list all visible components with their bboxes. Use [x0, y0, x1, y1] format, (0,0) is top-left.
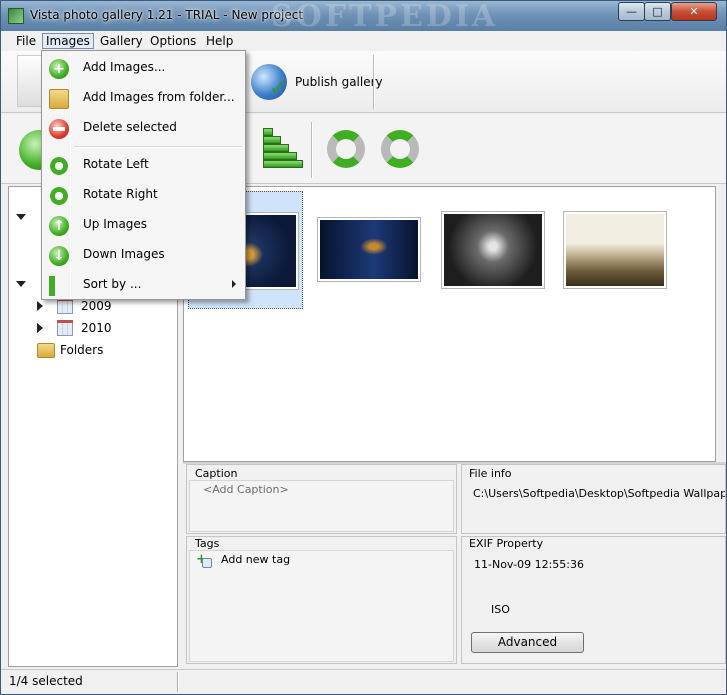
rotate-left-icon[interactable] — [323, 126, 369, 172]
arrow-down-icon: ↓ — [49, 246, 69, 266]
menu-item-label: Rotate Left — [83, 157, 149, 171]
menu-options[interactable]: Options — [147, 33, 199, 49]
selection-status: 1/4 selected — [9, 674, 83, 688]
tree-expand-icon[interactable] — [16, 281, 26, 287]
menu-item-label: Delete selected — [83, 120, 177, 134]
menu-item-label: Add Images... — [83, 60, 166, 74]
app-window: Vista photo gallery 1.21 - TRIAL - New p… — [0, 0, 727, 695]
maximize-button[interactable]: □ — [644, 2, 671, 21]
publish-gallery-label: Publish gallery — [295, 75, 383, 89]
menu-item-rotate-left[interactable]: Rotate Left — [44, 151, 243, 179]
advanced-button[interactable]: Advanced — [471, 632, 584, 653]
images-dropdown-menu: + Add Images... Add Images from folder..… — [41, 50, 246, 300]
exif-title: EXIF Property — [469, 537, 544, 550]
menu-item-label: Add Images from folder... — [83, 90, 235, 104]
toolbar-separator — [373, 55, 375, 109]
folder-add-icon — [49, 89, 69, 109]
delete-icon — [49, 119, 69, 139]
window-title: Vista photo gallery 1.21 - TRIAL - New p… — [30, 8, 304, 22]
tree-expand-icon[interactable] — [37, 323, 43, 333]
caption-panel: Caption <Add Caption> — [186, 464, 457, 534]
menu-bar: File Images Gallery Options Help — [1, 31, 726, 51]
tree-item-folders[interactable]: Folders — [37, 341, 177, 359]
file-info-title: File info — [469, 467, 512, 480]
thumbnail-image[interactable] — [563, 211, 667, 289]
toolbar-separator — [311, 122, 313, 178]
submenu-arrow-icon — [232, 280, 236, 288]
add-new-tag-link[interactable]: Add new tag — [221, 553, 290, 566]
calendar-icon — [57, 298, 73, 314]
status-bar: 1/4 selected — [1, 669, 726, 694]
caption-title: Caption — [195, 467, 238, 480]
tree-expand-icon[interactable] — [16, 214, 26, 220]
calendar-icon — [57, 320, 73, 336]
tags-box[interactable]: + Add new tag — [189, 550, 454, 662]
globe-icon: ✓ — [251, 64, 287, 100]
file-info-panel: File info C:\Users\Softpedia\Desktop\Sof… — [461, 464, 726, 534]
menu-file[interactable]: File — [13, 33, 39, 49]
publish-gallery-button[interactable]: ✓ Publish gallery — [247, 59, 383, 105]
status-separator — [177, 672, 179, 692]
menu-item-label: Rotate Right — [83, 187, 158, 201]
tags-panel: Tags + Add new tag — [186, 536, 457, 664]
menu-gallery[interactable]: Gallery — [97, 33, 146, 49]
app-icon — [8, 8, 24, 24]
tree-item-2010[interactable]: 2010 — [37, 319, 177, 337]
menu-images[interactable]: Images — [42, 33, 94, 49]
gallery-scrollbar[interactable] — [716, 186, 726, 462]
sort-icon — [49, 276, 69, 296]
caption-input[interactable]: <Add Caption> — [189, 480, 454, 532]
menu-item-up-images[interactable]: ↑ Up Images — [44, 211, 243, 239]
file-path: C:\Users\Softpedia\Desktop\Softpedia Wal… — [473, 487, 725, 500]
rotate-left-icon — [49, 156, 69, 176]
tree-item-label: Folders — [60, 343, 104, 357]
rotate-right-icon — [49, 186, 69, 206]
exif-date: 11-Nov-09 12:55:36 — [474, 558, 585, 571]
minimize-button[interactable]: — — [618, 2, 645, 21]
thumbnail-image[interactable] — [441, 211, 545, 289]
arrow-up-icon: ↑ — [49, 216, 69, 236]
menu-help[interactable]: Help — [203, 33, 236, 49]
caption-placeholder: <Add Caption> — [203, 483, 289, 496]
menu-item-delete-selected[interactable]: Delete selected — [44, 114, 243, 142]
tree-item-label: 2010 — [81, 321, 112, 335]
add-tag-icon[interactable]: + — [196, 552, 214, 569]
menu-item-label: Down Images — [83, 247, 165, 261]
menu-item-sort-by[interactable]: Sort by ... — [44, 271, 243, 299]
menu-separator — [74, 146, 242, 148]
menu-item-add-images[interactable]: + Add Images... — [44, 54, 243, 82]
menu-item-add-from-folder[interactable]: Add Images from folder... — [44, 84, 243, 112]
rotate-right-icon[interactable] — [377, 126, 423, 172]
menu-item-down-images[interactable]: ↓ Down Images — [44, 241, 243, 269]
sort-by-icon[interactable] — [263, 128, 303, 170]
add-images-icon: + — [49, 59, 69, 79]
menu-item-label: Up Images — [83, 217, 148, 231]
exif-iso-label: ISO — [491, 603, 510, 616]
menu-item-label: Sort by ... — [83, 277, 142, 291]
menu-item-rotate-right[interactable]: Rotate Right — [44, 181, 243, 209]
tree-expand-icon[interactable] — [37, 301, 43, 311]
folder-icon — [37, 343, 55, 358]
thumbnail-gallery[interactable] — [183, 186, 716, 462]
tags-title: Tags — [195, 537, 220, 550]
close-button[interactable]: ✕ — [671, 2, 717, 21]
thumbnail-image[interactable] — [317, 217, 421, 282]
title-bar[interactable]: Vista photo gallery 1.21 - TRIAL - New p… — [1, 0, 726, 34]
softpedia-watermark: SOFTPEDIA — [271, 0, 499, 34]
